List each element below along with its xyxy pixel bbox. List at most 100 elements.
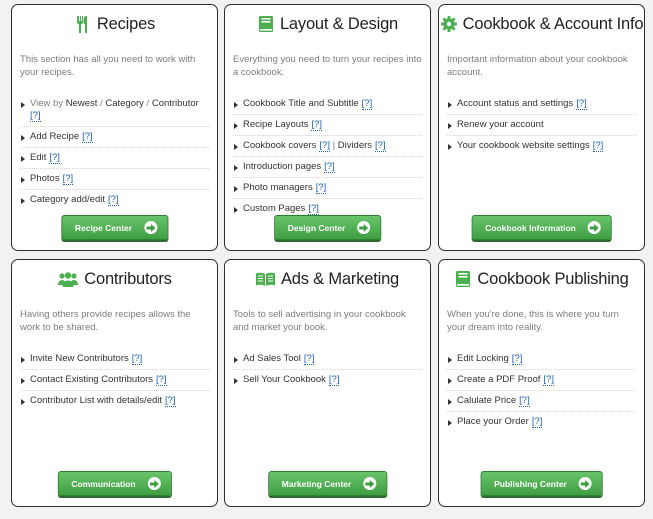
custom-pages-link[interactable]: Custom Pages xyxy=(243,203,305,214)
list-item[interactable]: Calulate Price [?] xyxy=(447,391,636,412)
list-item[interactable]: Place your Order [?] xyxy=(447,412,636,432)
sell-cookbook-link[interactable]: Sell Your Cookbook xyxy=(243,374,326,385)
dividers-link[interactable]: Dividers xyxy=(338,140,372,151)
publishing-center-button[interactable]: Publishing Center xyxy=(480,471,603,496)
book-icon xyxy=(454,270,472,288)
list-item[interactable]: Cookbook Title and Subtitle [?] xyxy=(233,94,422,115)
list-item[interactable]: Renew your account xyxy=(447,115,636,136)
view-by-contributor-link[interactable]: Contributor xyxy=(152,98,199,109)
account-info-card: Cookbook & Account Info Important inform… xyxy=(438,4,645,251)
add-recipe-link[interactable]: Add Recipe xyxy=(30,131,79,142)
list-item[interactable]: Edit Locking [?] xyxy=(447,349,636,370)
arrow-right-icon xyxy=(587,221,601,234)
edit-link[interactable]: Edit xyxy=(30,152,46,163)
list-item[interactable]: Invite New Contributors [?] xyxy=(20,349,209,370)
website-settings-link[interactable]: Your cookbook website settings xyxy=(457,140,590,151)
help-link[interactable]: [?] xyxy=(82,131,93,143)
card-header: Layout & Design xyxy=(225,7,430,41)
view-by-newest-link[interactable]: Newest xyxy=(66,98,98,109)
list-item[interactable]: Add Recipe [?] xyxy=(20,127,209,148)
design-center-button[interactable]: Design Center xyxy=(273,215,382,240)
contributor-list-link[interactable]: Contributor List with details/edit xyxy=(30,395,162,406)
help-link[interactable]: [?] xyxy=(531,416,543,428)
photos-link[interactable]: Photos xyxy=(30,173,60,184)
list-item[interactable]: Your cookbook website settings [?] xyxy=(447,136,636,156)
recipe-layouts-link[interactable]: Recipe Layouts xyxy=(243,119,308,130)
list-item[interactable]: Photos [?] xyxy=(20,169,209,190)
button-label: Publishing Center xyxy=(494,478,567,489)
contact-contributors-link[interactable]: Contact Existing Contributors xyxy=(30,374,153,385)
help-link[interactable]: [?] xyxy=(519,395,530,407)
help-link[interactable]: [?] xyxy=(375,140,386,152)
button-label: Recipe Center xyxy=(74,222,133,233)
pdf-proof-link[interactable]: Create a PDF Proof xyxy=(457,374,540,385)
marketing-center-button[interactable]: Marketing Center xyxy=(267,471,388,496)
list-item[interactable]: Introduction pages [?] xyxy=(233,157,422,178)
help-link[interactable]: [?] xyxy=(303,353,315,365)
ad-sales-tool-link[interactable]: Ad Sales Tool xyxy=(243,353,301,364)
list-item[interactable]: Contact Existing Contributors [?] xyxy=(20,370,209,391)
separator: / xyxy=(146,98,150,109)
help-link[interactable]: [?] xyxy=(30,110,41,122)
item-list: Edit Locking [?] Create a PDF Proof [?] Ca… xyxy=(447,349,636,432)
help-link[interactable]: [?] xyxy=(511,353,523,365)
card-header: Recipes xyxy=(12,7,217,41)
help-link[interactable]: [?] xyxy=(319,140,330,152)
arrow-right-icon xyxy=(363,477,377,490)
arrow-right-icon xyxy=(357,221,371,234)
help-link[interactable]: [?] xyxy=(311,119,323,131)
publishing-card: Cookbook Publishing When you're done, th… xyxy=(438,259,645,507)
list-item[interactable]: Account status and settings [?] xyxy=(447,94,636,115)
place-order-link[interactable]: Place your Order xyxy=(457,416,529,427)
help-link[interactable]: [?] xyxy=(131,353,143,365)
list-item[interactable]: Create a PDF Proof [?] xyxy=(447,370,636,391)
photo-managers-link[interactable]: Photo managers xyxy=(243,182,313,193)
button-label: Design Center xyxy=(287,222,346,233)
card-title: Cookbook & Account Info xyxy=(462,14,644,33)
card-title: Recipes xyxy=(96,14,156,33)
help-link[interactable]: [?] xyxy=(156,374,167,386)
invite-contributors-link[interactable]: Invite New Contributors xyxy=(30,353,129,364)
help-link[interactable]: [?] xyxy=(62,173,74,185)
help-link[interactable]: [?] xyxy=(108,194,119,206)
view-by-label: View by xyxy=(30,98,64,109)
list-item[interactable]: Photo managers [?] xyxy=(233,178,422,199)
recipe-center-button[interactable]: Recipe Center xyxy=(60,215,169,240)
list-item[interactable]: Ad Sales Tool [?] xyxy=(233,349,422,370)
card-title: Cookbook Publishing xyxy=(477,269,629,288)
edit-locking-link[interactable]: Edit Locking xyxy=(457,353,509,364)
help-link[interactable]: [?] xyxy=(361,98,373,110)
introduction-pages-link[interactable]: Introduction pages xyxy=(243,161,321,172)
calculate-price-link[interactable]: Calulate Price xyxy=(457,395,516,406)
renew-account-link[interactable]: Renew your account xyxy=(457,119,544,130)
cookbook-information-button[interactable]: Cookbook Information xyxy=(471,215,612,240)
help-link[interactable]: [?] xyxy=(308,203,319,215)
category-edit-link[interactable]: Category add/edit xyxy=(30,194,105,205)
account-status-link[interactable]: Account status and settings xyxy=(457,98,573,109)
list-item: Cookbook covers [?] | Dividers [?] xyxy=(233,136,422,157)
communication-button[interactable]: Communication xyxy=(57,471,172,496)
help-link[interactable]: [?] xyxy=(328,374,340,386)
list-item[interactable]: Recipe Layouts [?] xyxy=(233,115,422,136)
list-item[interactable]: Contributor List with details/edit [?] xyxy=(20,391,209,411)
separator: | xyxy=(332,140,336,151)
help-link[interactable]: [?] xyxy=(576,98,587,110)
covers-link[interactable]: Cookbook covers xyxy=(243,140,316,151)
title-subtitle-link[interactable]: Cookbook Title and Subtitle xyxy=(243,98,359,109)
view-by-category-link[interactable]: Category xyxy=(105,98,144,109)
help-link[interactable]: [?] xyxy=(324,161,335,173)
arrow-right-icon xyxy=(144,221,158,234)
card-description: Tools to sell advertising in your cookbo… xyxy=(233,309,406,333)
book-icon xyxy=(257,15,275,33)
list-item[interactable]: Category add/edit [?] xyxy=(20,190,209,210)
list-item[interactable]: Edit [?] xyxy=(20,148,209,169)
help-link[interactable]: [?] xyxy=(543,374,554,386)
help-link[interactable]: [?] xyxy=(165,395,176,407)
help-link[interactable]: [?] xyxy=(49,152,60,164)
item-list: Ad Sales Tool [?] Sell Your Cookbook [?] xyxy=(233,349,422,390)
help-link[interactable]: [?] xyxy=(315,182,327,194)
card-header: Cookbook Publishing xyxy=(439,262,644,296)
card-description: When you're done, this is where you turn… xyxy=(447,309,619,333)
list-item[interactable]: Sell Your Cookbook [?] xyxy=(233,370,422,390)
help-link[interactable]: [?] xyxy=(592,140,604,152)
